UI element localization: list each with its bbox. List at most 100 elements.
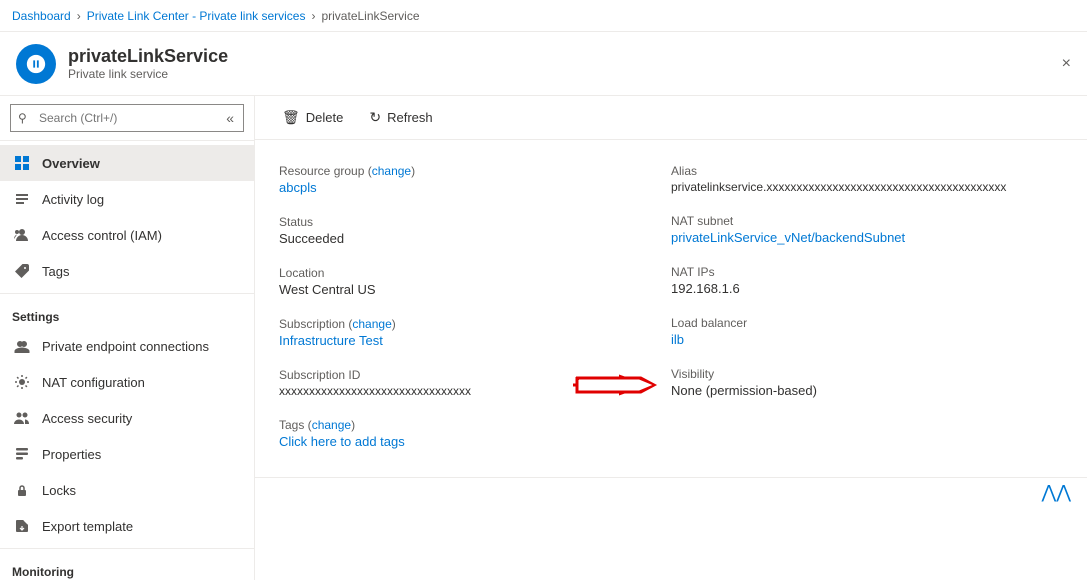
alias-label: Alias (671, 164, 1063, 178)
nat-config-icon (12, 372, 32, 392)
collapse-content-button[interactable]: ⋀⋀ (1041, 482, 1071, 503)
sidebar-properties-label: Properties (42, 447, 101, 462)
subscription-label: Subscription (change) (279, 317, 671, 331)
field-alias: Alias privatelinkservice.xxxxxxxxxxxxxxx… (671, 156, 1063, 206)
sidebar-export-label: Export template (42, 519, 133, 534)
overview-icon (12, 153, 32, 173)
resource-group-value: abcpls (279, 180, 671, 195)
tags-add-link-container: Click here to add tags (279, 434, 671, 449)
collapse-sidebar-button[interactable]: « (226, 110, 234, 126)
sidebar-item-locks[interactable]: Locks (0, 472, 254, 508)
field-nat-ips: NAT IPs 192.168.1.6 (671, 257, 1063, 308)
status-label: Status (279, 215, 671, 229)
access-control-icon (12, 225, 32, 245)
export-template-icon (12, 516, 32, 536)
tags-icon (12, 261, 32, 281)
sidebar-navigation: Overview Activity log Access control (IA… (0, 141, 254, 580)
sidebar-access-label: Access control (IAM) (42, 228, 162, 243)
properties-icon (12, 444, 32, 464)
sidebar-item-properties[interactable]: Properties (0, 436, 254, 472)
tags-change-link[interactable]: change (312, 418, 351, 432)
sidebar-item-access-security[interactable]: Access security (0, 400, 254, 436)
sidebar-overview-label: Overview (42, 156, 100, 171)
refresh-label: Refresh (387, 110, 433, 125)
resource-subtitle: Private link service (68, 67, 228, 81)
delete-button[interactable]: 🗑 Delete (271, 104, 354, 131)
sidebar-private-endpoint-label: Private endpoint connections (42, 339, 209, 354)
resource-group-change-link[interactable]: change (372, 164, 411, 178)
field-visibility: Visibility None (permission-based) (671, 359, 1063, 410)
search-input[interactable] (10, 104, 244, 132)
access-security-icon (12, 408, 32, 428)
sidebar-locks-label: Locks (42, 483, 76, 498)
nat-subnet-link[interactable]: privateLinkService_vNet/backendSubnet (671, 230, 905, 245)
field-tags: Tags (change) Click here to add tags (279, 410, 671, 461)
alias-value: privatelinkservice.xxxxxxxxxxxxxxxxxxxxx… (671, 180, 1063, 194)
field-subscription: Subscription (change) Infrastructure Tes… (279, 309, 671, 360)
breadcrumb-current: privateLinkService (321, 9, 419, 23)
red-arrow-annotation (571, 367, 661, 403)
load-balancer-link[interactable]: ilb (671, 332, 684, 347)
subscription-link[interactable]: Infrastructure Test (279, 333, 383, 348)
sidebar-item-nat-config[interactable]: NAT configuration (0, 364, 254, 400)
refresh-button[interactable]: ↻ Refresh (358, 104, 443, 131)
nav-divider-1 (0, 293, 254, 294)
resource-group-label: Resource group (change) (279, 164, 671, 178)
subscription-change-link[interactable]: change (352, 317, 391, 331)
nav-divider-2 (0, 548, 254, 549)
sidebar-item-private-endpoint[interactable]: Private endpoint connections (0, 328, 254, 364)
resource-main-title: privateLinkService (68, 46, 228, 67)
resource-title-block: privateLinkService Private link service (68, 46, 228, 81)
resource-icon (16, 44, 56, 84)
load-balancer-value: ilb (671, 332, 1063, 347)
field-nat-subnet: NAT subnet privateLinkService_vNet/backe… (671, 206, 1063, 257)
tags-label: Tags (change) (279, 418, 671, 432)
private-endpoint-icon (12, 336, 32, 356)
sidebar: ⚲ « Overview Activity log (0, 96, 255, 580)
search-icon: ⚲ (18, 111, 27, 125)
delete-icon: 🗑 (282, 109, 300, 126)
sidebar-item-activity-log[interactable]: Activity log (0, 181, 254, 217)
status-value: Succeeded (279, 231, 671, 246)
close-button[interactable]: × (1058, 51, 1075, 77)
toolbar: 🗑 Delete ↻ Refresh (255, 96, 1087, 140)
sidebar-item-tags[interactable]: Tags (0, 253, 254, 289)
visibility-value: None (permission-based) (671, 383, 1063, 398)
locks-icon (12, 480, 32, 500)
delete-label: Delete (306, 110, 344, 125)
sidebar-activity-label: Activity log (42, 192, 104, 207)
nat-ips-value: 192.168.1.6 (671, 281, 1063, 296)
overview-grid: Resource group (change) abcpls Status Su… (255, 140, 1087, 477)
resource-group-link[interactable]: abcpls (279, 180, 317, 195)
field-resource-group: Resource group (change) abcpls (279, 156, 671, 207)
search-container: ⚲ « (0, 96, 254, 141)
settings-section-label: Settings (0, 298, 254, 328)
sidebar-item-overview[interactable]: Overview (0, 145, 254, 181)
add-tags-link[interactable]: Click here to add tags (279, 434, 405, 449)
monitoring-section-label: Monitoring (0, 553, 254, 580)
field-status: Status Succeeded (279, 207, 671, 258)
subscription-value: Infrastructure Test (279, 333, 671, 348)
nat-subnet-value: privateLinkService_vNet/backendSubnet (671, 230, 1063, 245)
resource-header: privateLinkService Private link service … (0, 32, 1087, 96)
field-load-balancer: Load balancer ilb (671, 308, 1063, 359)
sidebar-tags-label: Tags (42, 264, 69, 279)
breadcrumb: Dashboard › Private Link Center - Privat… (0, 0, 1087, 32)
activity-log-icon (12, 189, 32, 209)
breadcrumb-private-link[interactable]: Private Link Center - Private link servi… (87, 9, 306, 23)
sidebar-item-export-template[interactable]: Export template (0, 508, 254, 544)
sidebar-item-access-control[interactable]: Access control (IAM) (0, 217, 254, 253)
nat-subnet-label: NAT subnet (671, 214, 1063, 228)
load-balancer-label: Load balancer (671, 316, 1063, 330)
location-value: West Central US (279, 282, 671, 297)
visibility-label: Visibility (671, 367, 1063, 381)
visibility-field-container: Visibility None (permission-based) (671, 359, 1063, 410)
sidebar-access-security-label: Access security (42, 411, 132, 426)
field-location: Location West Central US (279, 258, 671, 309)
collapse-row: ⋀⋀ (255, 477, 1087, 507)
refresh-icon: ↻ (369, 109, 381, 126)
content-panel: 🗑 Delete ↻ Refresh Resource group (chang… (255, 96, 1087, 580)
breadcrumb-dashboard[interactable]: Dashboard (12, 9, 71, 23)
location-label: Location (279, 266, 671, 280)
nat-ips-label: NAT IPs (671, 265, 1063, 279)
